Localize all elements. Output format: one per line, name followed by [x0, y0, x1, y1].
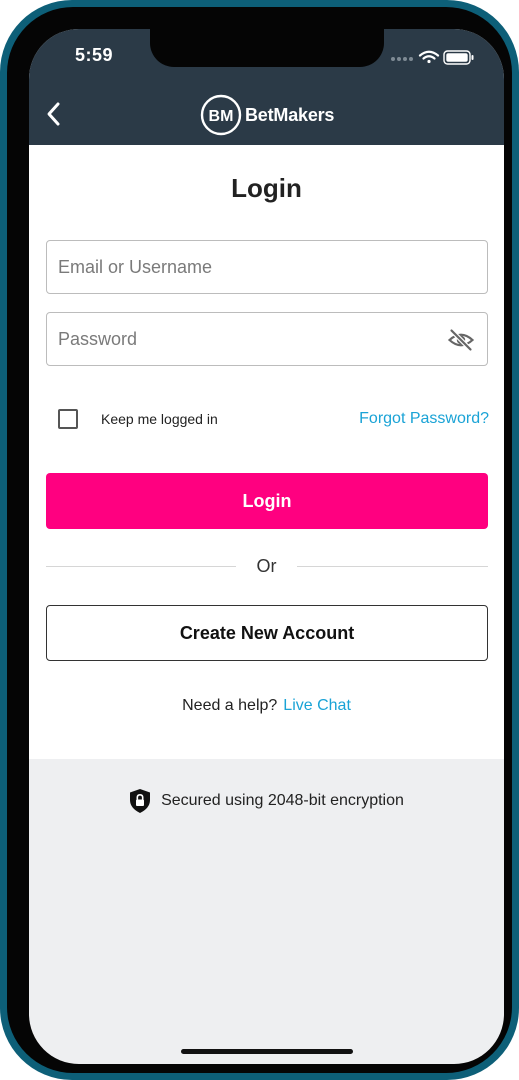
brand-logo: BM BetMakers: [199, 93, 339, 137]
chevron-left-icon: [47, 102, 60, 126]
svg-text:BM: BM: [209, 108, 234, 125]
home-indicator: [181, 1049, 353, 1054]
email-field[interactable]: [46, 240, 488, 294]
signal-icon: [391, 57, 413, 61]
password-field[interactable]: [46, 312, 488, 366]
back-button[interactable]: [39, 99, 69, 129]
keep-logged-in-label: Keep me logged in: [101, 411, 218, 427]
notch: [150, 29, 384, 67]
betmakers-logo-icon: BM: [200, 94, 242, 136]
status-time: 5:59: [75, 45, 114, 65]
divider-right: [297, 566, 488, 567]
wifi-icon: [418, 50, 440, 64]
live-chat-link[interactable]: Live Chat: [283, 697, 351, 714]
or-separator: Or: [256, 556, 277, 576]
login-form: Login Keep me: [29, 145, 504, 759]
eye-off-icon: [447, 328, 475, 352]
device-frame: 5:59 BM BetMakers Login Email or Usernam…: [0, 0, 519, 1080]
screen: 5:59 BM BetMakers Login Email or Usernam…: [29, 29, 504, 1064]
toggle-password-visibility-button[interactable]: [447, 326, 475, 354]
device-bezel: 5:59 BM BetMakers Login Email or Usernam…: [7, 7, 512, 1073]
login-button[interactable]: Login: [46, 473, 488, 529]
help-row: Need a help? Live Chat: [29, 697, 504, 715]
forgot-password-link[interactable]: Forgot Password?: [339, 410, 489, 428]
divider-left: [46, 566, 236, 567]
status-icons: [391, 50, 474, 65]
email-input[interactable]: [47, 241, 487, 293]
help-text: Need a help?: [182, 697, 278, 714]
create-account-button[interactable]: Create New Account: [46, 605, 488, 661]
app-header: 5:59 BM BetMakers: [29, 29, 504, 145]
shield-lock-icon: [130, 789, 151, 813]
battery-icon: [443, 50, 474, 65]
page-title: Login: [231, 173, 302, 203]
keep-logged-in-checkbox[interactable]: [58, 409, 78, 429]
security-notice: Secured using 2048-bit encryption: [29, 787, 504, 815]
security-text: Secured using 2048-bit encryption: [161, 792, 404, 809]
brand-name: BetMakers: [245, 104, 335, 125]
password-input[interactable]: [47, 313, 487, 365]
